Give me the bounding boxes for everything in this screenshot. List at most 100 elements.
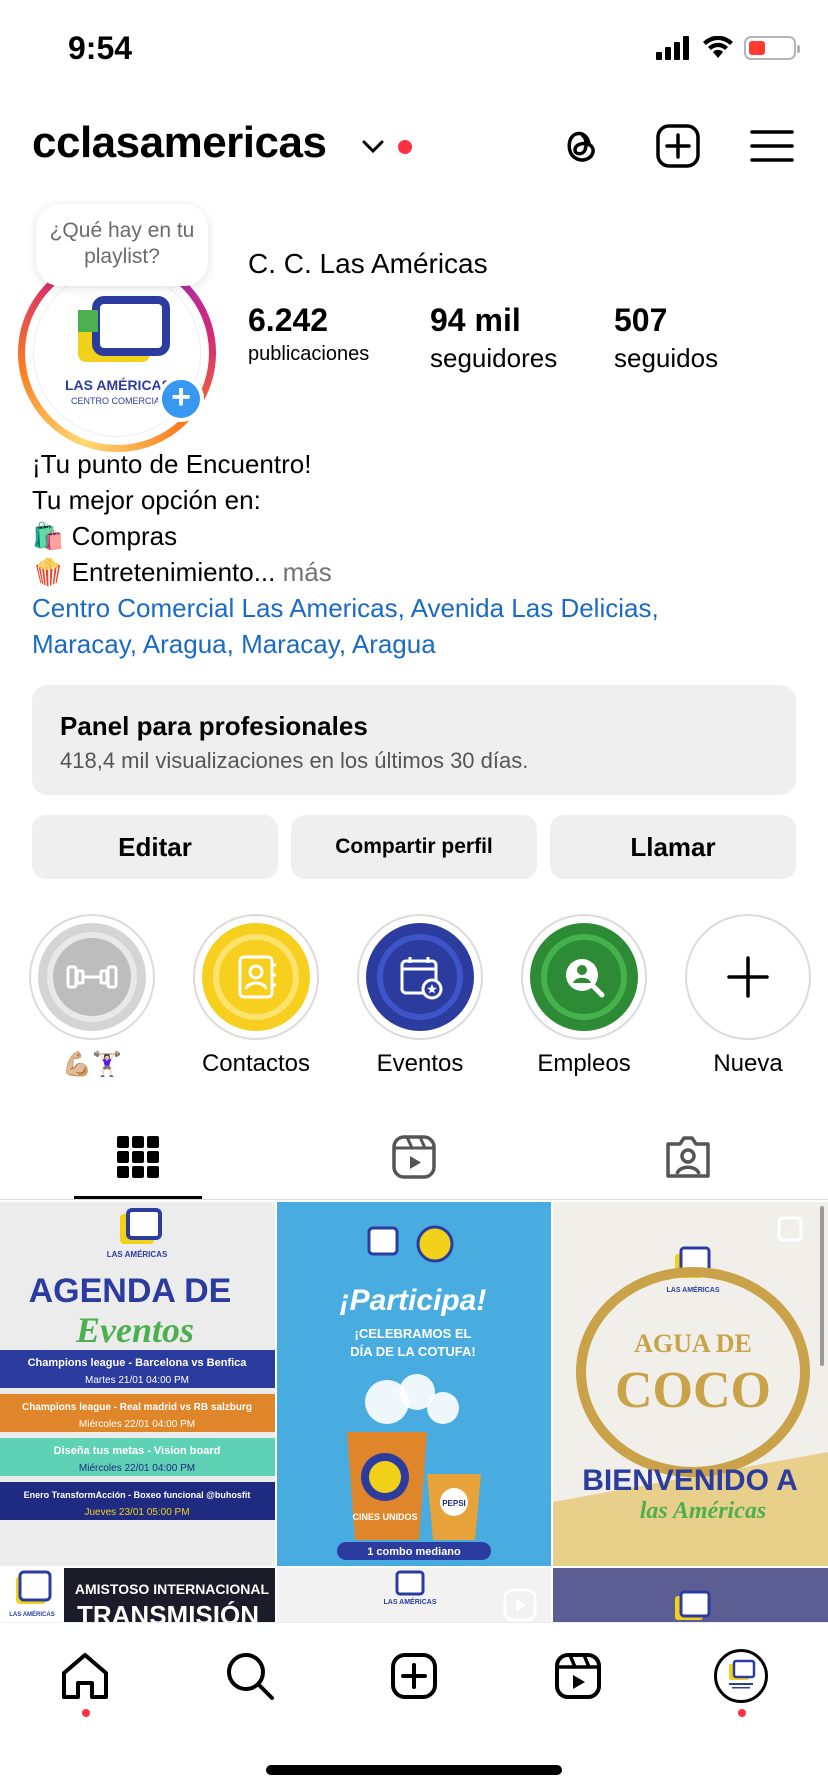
svg-text:AGENDA DE: AGENDA DE bbox=[29, 1272, 232, 1310]
svg-text:1 combo mediano: 1 combo mediano bbox=[367, 1546, 461, 1558]
bio-text: Entretenimiento... bbox=[71, 557, 276, 587]
menu-icon[interactable] bbox=[748, 122, 796, 170]
svg-text:LAS AMÉRICAS: LAS AMÉRICAS bbox=[65, 377, 171, 393]
svg-text:COCO: COCO bbox=[615, 1362, 771, 1419]
post-agenda-eventos[interactable]: LAS AMÉRICAS AGENDA DE Eventos Champions… bbox=[0, 1202, 275, 1566]
profile-notification-dot bbox=[738, 1709, 746, 1717]
svg-text:Miércoles 22/01 04:00 PM: Miércoles 22/01 04:00 PM bbox=[79, 1463, 195, 1474]
location-link[interactable]: Centro Comercial Las Americas, Avenida L… bbox=[32, 590, 659, 662]
calendar-icon bbox=[377, 934, 463, 1020]
stat-posts[interactable]: 6.242 publicaciones bbox=[248, 302, 369, 366]
svg-text:Martes 21/01 04:00 PM: Martes 21/01 04:00 PM bbox=[85, 1375, 189, 1386]
plus-icon bbox=[727, 956, 769, 998]
highlight-label: Nueva bbox=[713, 1050, 783, 1077]
threads-icon[interactable] bbox=[556, 122, 604, 170]
svg-text:LAS AMÉRICAS: LAS AMÉRICAS bbox=[107, 1250, 168, 1259]
stat-followers[interactable]: 94 mil seguidores bbox=[430, 302, 557, 374]
bottom-navigation bbox=[0, 1622, 828, 1792]
svg-text:CINES UNIDOS: CINES UNIDOS bbox=[352, 1512, 417, 1522]
add-story-button[interactable]: + bbox=[158, 376, 204, 422]
svg-text:AMISTOSO INTERNACIONAL: AMISTOSO INTERNACIONAL bbox=[75, 1581, 270, 1597]
bio-line: 🍿 Entretenimiento... más bbox=[32, 554, 659, 590]
posts-label: publicaciones bbox=[248, 343, 370, 365]
post-image: LAS AMÉRICAS AGUA DE COCO BIENVENIDO A l… bbox=[553, 1202, 828, 1566]
job-search-icon bbox=[541, 934, 627, 1020]
svg-text:LAS AMÉRICAS: LAS AMÉRICAS bbox=[666, 1285, 719, 1294]
grid-scrollbar[interactable] bbox=[820, 1206, 824, 1366]
signal-icon bbox=[656, 36, 689, 60]
home-indicator[interactable] bbox=[266, 1765, 562, 1775]
following-label: seguidos bbox=[614, 343, 719, 373]
home-icon[interactable] bbox=[58, 1649, 112, 1703]
highlight-fitness[interactable]: 💪🏼🏋🏻‍♀️ bbox=[27, 914, 157, 1079]
svg-text:Enero TransformAcción - Boxeo: Enero TransformAcción - Boxeo funcional … bbox=[24, 1490, 251, 1500]
share-profile-button[interactable]: Compartir perfil bbox=[291, 815, 537, 879]
reels-icon[interactable] bbox=[551, 1649, 605, 1703]
svg-text:CENTRO COMERCIAL: CENTRO COMERCIAL bbox=[71, 396, 165, 406]
wifi-icon bbox=[703, 36, 733, 58]
post-las-americas[interactable] bbox=[553, 1568, 828, 1622]
grid-tab-icon[interactable] bbox=[113, 1132, 163, 1182]
post-amistoso-internacional[interactable]: LAS AMÉRICAS AMISTOSO INTERNACIONAL TRAN… bbox=[0, 1568, 275, 1622]
post-image: ¡Participa! ¡CELEBRAMOS EL DÍA DE LA COT… bbox=[277, 1202, 551, 1566]
profile-avatar-icon[interactable] bbox=[714, 1649, 768, 1703]
post-agua-de-coco[interactable]: LAS AMÉRICAS AGUA DE COCO BIENVENIDO A l… bbox=[553, 1202, 828, 1566]
svg-text:Diseña tus metas - Vision boar: Diseña tus metas - Vision board bbox=[54, 1445, 221, 1457]
svg-text:Miércoles 22/01 04:00 PM: Miércoles 22/01 04:00 PM bbox=[79, 1419, 195, 1430]
active-tab-indicator bbox=[74, 1196, 202, 1199]
highlight-contactos[interactable]: Contactos bbox=[191, 914, 321, 1078]
followers-label: seguidores bbox=[430, 343, 558, 373]
new-post-icon[interactable] bbox=[387, 1649, 441, 1703]
post-reel[interactable]: LAS AMÉRICAS bbox=[277, 1568, 551, 1622]
shopping-bags-emoji: 🛍️ bbox=[32, 521, 65, 551]
post-dia-cotufa[interactable]: ¡Participa! ¡CELEBRAMOS EL DÍA DE LA COT… bbox=[277, 1202, 551, 1566]
following-count: 507 bbox=[614, 302, 668, 338]
highlight-empleos[interactable]: Empleos bbox=[519, 914, 649, 1078]
status-time: 9:54 bbox=[68, 30, 133, 66]
post-image: LAS AMÉRICAS AGENDA DE Eventos Champions… bbox=[0, 1202, 275, 1566]
username-switcher[interactable]: cclasamericas bbox=[32, 118, 327, 168]
search-icon[interactable] bbox=[223, 1649, 277, 1703]
popcorn-emoji: 🍿 bbox=[32, 557, 65, 587]
panel-subtitle: 418,4 mil visualizaciones en los últimos… bbox=[60, 748, 529, 773]
svg-text:Jueves 23/01 05:00 PM: Jueves 23/01 05:00 PM bbox=[84, 1507, 189, 1518]
bio-line: Tu mejor opción en: bbox=[32, 485, 261, 515]
svg-text:las Américas: las Américas bbox=[640, 1498, 766, 1524]
bio-more-link[interactable]: más bbox=[283, 557, 332, 587]
call-button[interactable]: Llamar bbox=[550, 815, 796, 879]
notification-dot bbox=[398, 140, 412, 154]
svg-text:Champions league - Barcelona v: Champions league - Barcelona vs Benfica bbox=[28, 1357, 248, 1369]
location-line: Centro Comercial Las Americas, Avenida L… bbox=[32, 593, 659, 623]
svg-text:Eventos: Eventos bbox=[75, 1310, 194, 1350]
dumbbell-icon bbox=[47, 932, 137, 1022]
reels-tab-icon[interactable] bbox=[389, 1132, 439, 1182]
professional-dashboard[interactable]: Panel para profesionales 418,4 mil visua… bbox=[32, 685, 796, 795]
posts-count: 6.242 bbox=[248, 302, 329, 338]
status-icons bbox=[656, 36, 800, 60]
create-post-icon[interactable] bbox=[654, 122, 702, 170]
bio-text: Compras bbox=[71, 521, 178, 551]
edit-profile-button[interactable]: Editar bbox=[32, 815, 278, 879]
chevron-down-icon[interactable] bbox=[362, 140, 384, 154]
profile-bio: ¡Tu punto de Encuentro! Tu mejor opción … bbox=[32, 446, 659, 662]
display-name: C. C. Las Américas bbox=[248, 248, 488, 279]
svg-text:TRANSMISIÓN: TRANSMISIÓN bbox=[77, 1600, 259, 1622]
svg-text:¡Participa!: ¡Participa! bbox=[340, 1284, 487, 1317]
highlight-label: Contactos bbox=[201, 1050, 311, 1077]
profile-tabs bbox=[0, 1120, 828, 1200]
stat-following[interactable]: 507 seguidos bbox=[614, 302, 718, 374]
highlight-eventos[interactable]: Eventos bbox=[355, 914, 485, 1078]
followers-count: 94 mil bbox=[430, 302, 521, 338]
svg-text:PEPSI: PEPSI bbox=[442, 1499, 466, 1508]
note-bubble[interactable]: ¿Qué hay en tu playlist? bbox=[36, 204, 208, 286]
highlight-new[interactable]: Nueva bbox=[683, 914, 813, 1078]
highlight-label: 💪🏼🏋🏻‍♀️ bbox=[62, 1051, 122, 1078]
post-image bbox=[553, 1568, 828, 1622]
svg-text:AGUA DE: AGUA DE bbox=[634, 1329, 752, 1358]
tagged-tab-icon[interactable] bbox=[663, 1132, 713, 1182]
contact-book-icon bbox=[213, 934, 299, 1020]
svg-text:BIENVENIDO A: BIENVENIDO A bbox=[582, 1464, 798, 1497]
highlight-label: Empleos bbox=[537, 1050, 631, 1077]
panel-title: Panel para profesionales bbox=[60, 711, 368, 741]
svg-text:¡CELEBRAMOS EL: ¡CELEBRAMOS EL bbox=[355, 1326, 472, 1341]
